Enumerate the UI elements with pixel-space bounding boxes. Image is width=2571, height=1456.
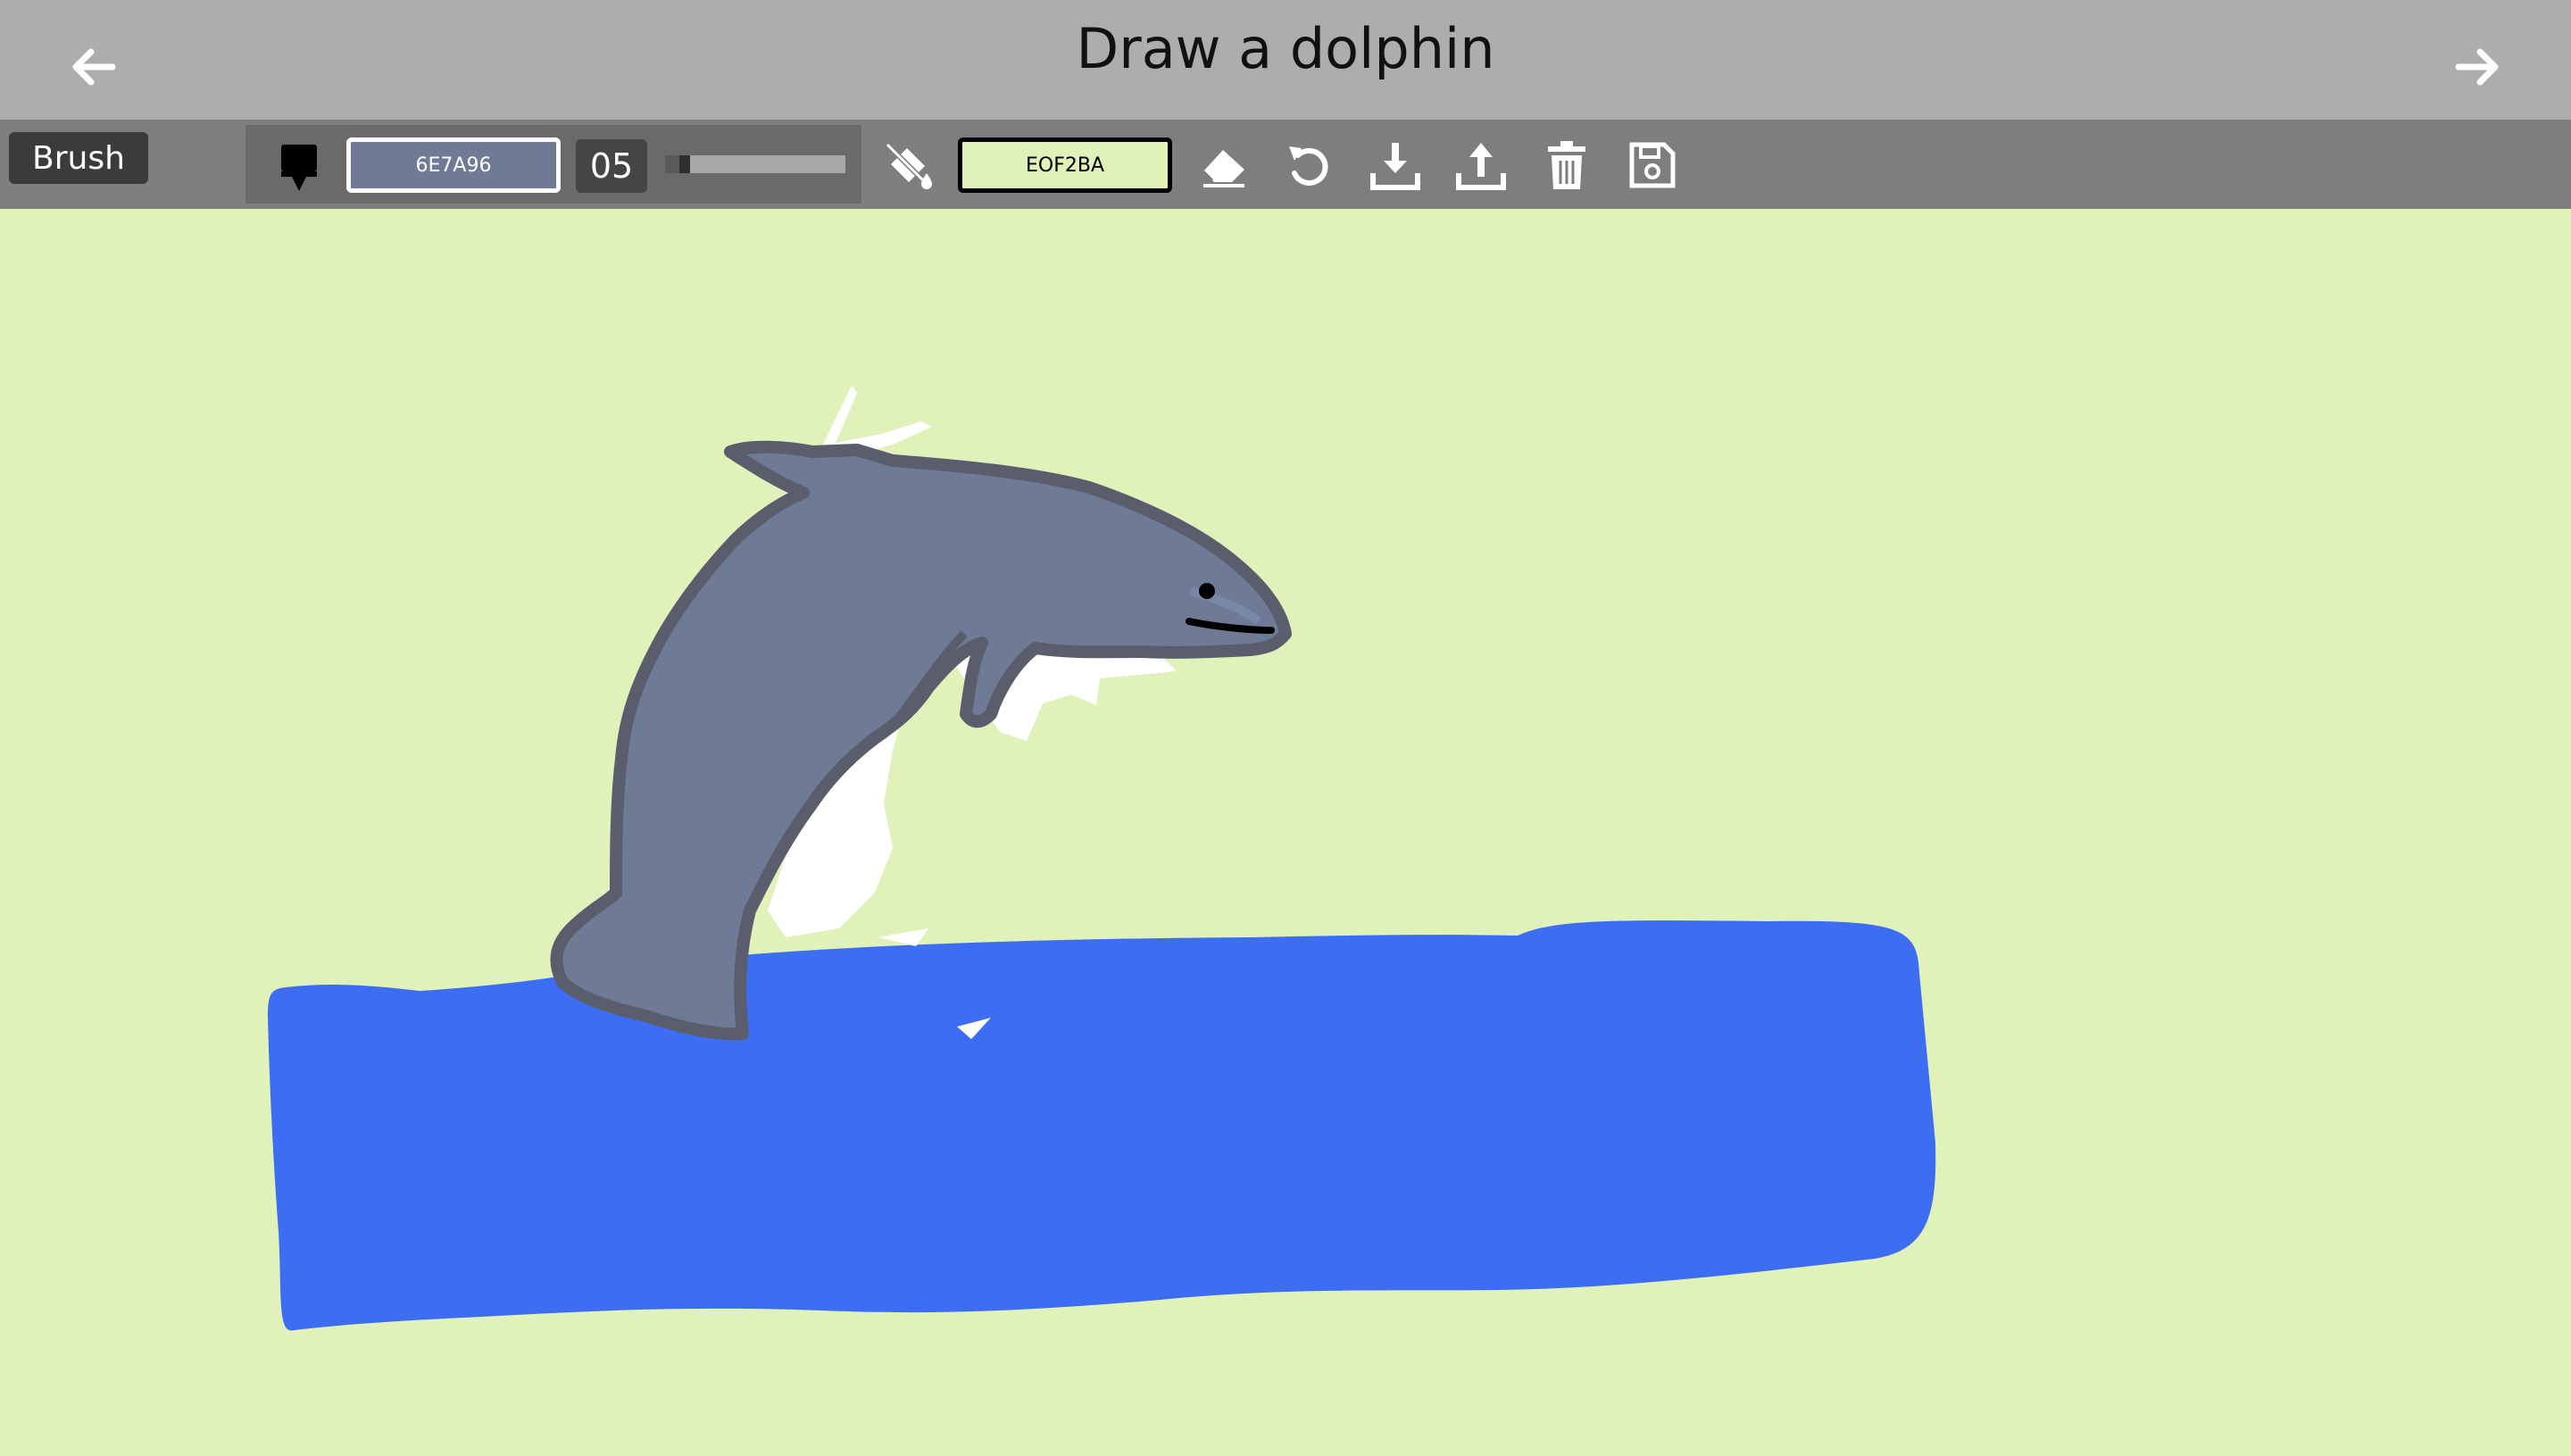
brush-mode-button[interactable]: Brush [9, 132, 148, 184]
brush-size-slider[interactable] [665, 155, 845, 173]
undo-icon[interactable] [1282, 137, 1337, 193]
drawing-canvas[interactable] [0, 209, 2571, 1456]
arrow-right-icon[interactable] [2446, 36, 2509, 98]
download-icon[interactable] [1368, 137, 1423, 193]
trash-icon[interactable] [1539, 137, 1594, 193]
water-stroke [268, 920, 1936, 1331]
brush-icon[interactable] [272, 139, 328, 195]
upload-icon[interactable] [1453, 137, 1509, 193]
fill-color-input[interactable]: EOF2BA [958, 137, 1172, 193]
save-icon[interactable] [1625, 137, 1680, 193]
brush-color-input[interactable]: 6E7A96 [346, 137, 561, 193]
eraser-icon[interactable] [1196, 137, 1252, 193]
toolbar: Brush 6E7A96 05 EOF2BA [0, 120, 2571, 209]
brush-size-value: 05 [576, 139, 647, 193]
page-title: Draw a dolphin [1076, 16, 1495, 81]
slider-thumb[interactable] [679, 155, 690, 173]
title-bar: Draw a dolphin [0, 0, 2571, 120]
paint-bucket-icon[interactable] [882, 137, 937, 193]
